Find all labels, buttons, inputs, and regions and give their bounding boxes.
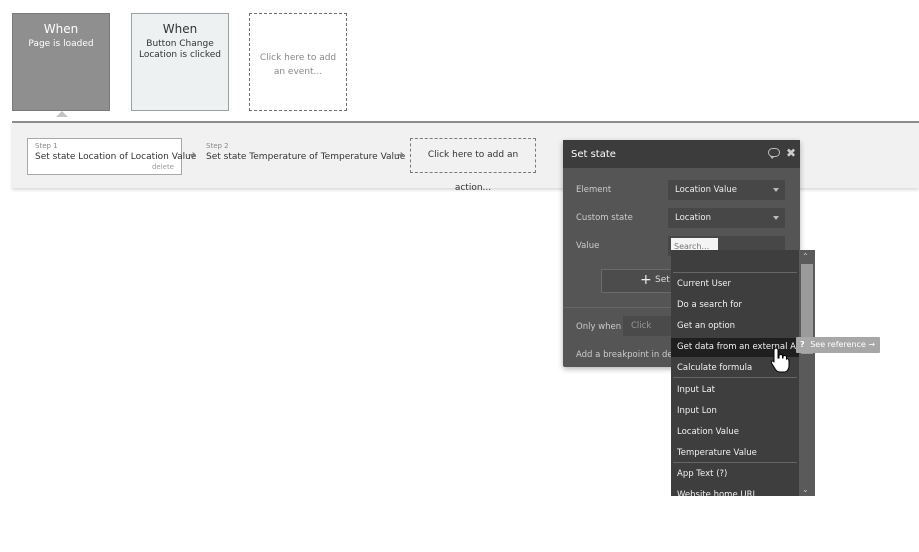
set-button-label: Set [655,275,670,285]
step-number: Step 1 [35,142,58,150]
dropdown-item[interactable]: Get an option [671,317,799,336]
dropdown-item[interactable]: Location Value [671,423,799,442]
dropdown-item[interactable]: Temperature Value [671,444,799,463]
dropdown-separator [673,462,797,463]
close-icon[interactable]: ✖ [786,146,796,160]
value-suggestions-dropdown: Current User Do a search for Get an opti… [671,250,815,496]
help-icon: ? [800,340,805,349]
workflow-step-2[interactable]: Step 2 Set state Temperature of Temperat… [206,138,405,166]
dropdown-item[interactable]: Website home URL [671,486,799,496]
comment-icon[interactable] [768,148,780,159]
dropdown-item[interactable]: App Text (?) [671,465,799,484]
add-action-button[interactable]: Click here to add an action... [410,138,536,193]
arrow-right-icon: ➔ [396,150,405,161]
see-reference-tooltip[interactable]: ? See reference → [796,337,880,353]
step-title: Set state Temperature of Temperature Val… [206,152,406,162]
dropdown-separator [673,272,797,273]
event-when-label: When [162,22,198,36]
selected-event-pointer [56,111,68,117]
custom-state-select-value: Location [675,213,711,223]
event-card-page-loaded[interactable]: When Page is loaded [12,13,110,111]
event-description: Button Change Location is clicked [138,39,221,60]
dropdown-item[interactable]: Current User [671,275,799,294]
element-select-value: Location Value [675,185,737,195]
hand-pointer-icon [770,347,790,373]
dropdown-item[interactable]: Input Lon [671,402,799,421]
only-when-input[interactable]: Click [623,316,673,336]
chevron-down-icon[interactable]: ⌄ [802,485,809,494]
chevron-down-icon [773,216,779,220]
add-event-label: Click here to add an event... [259,53,337,77]
chevron-up-icon[interactable]: ⌃ [802,252,809,261]
dropdown-scrollbar[interactable]: ⌃ ⌄ [799,250,815,496]
dropdown-separator [673,377,797,378]
breakpoint-label[interactable]: Add a breakpoint in deb [576,350,678,360]
plus-icon: + [640,272,652,288]
only-when-label: Only when [576,322,622,332]
event-card-button-clicked[interactable]: When Button Change Location is clicked [131,13,229,111]
chevron-down-icon [773,188,779,192]
workflow-step-1[interactable]: Step 1 Set state Location of Location Va… [27,138,197,175]
dropdown-item[interactable]: Input Lat [671,381,799,400]
value-label: Value [576,241,600,251]
element-select[interactable]: Location Value [668,180,785,200]
step-number: Step 2 [206,142,229,150]
add-event-card[interactable]: Click here to add an event... [249,13,347,111]
element-label: Element [576,185,612,195]
step-title: Set state Location of Location Value [35,152,197,162]
panel-header: Set state ✖ [563,140,800,168]
arrow-right-icon: ➔ [188,150,197,161]
custom-state-label: Custom state [576,213,633,223]
see-reference-label: See reference → [810,340,876,349]
event-when-label: When [43,22,79,36]
delete-step-link[interactable]: delete [152,163,174,171]
panel-title: Set state [571,149,616,160]
event-description: Page is loaded [28,39,94,49]
custom-state-select[interactable]: Location [668,208,785,228]
dropdown-item[interactable]: Do a search for [671,296,799,315]
